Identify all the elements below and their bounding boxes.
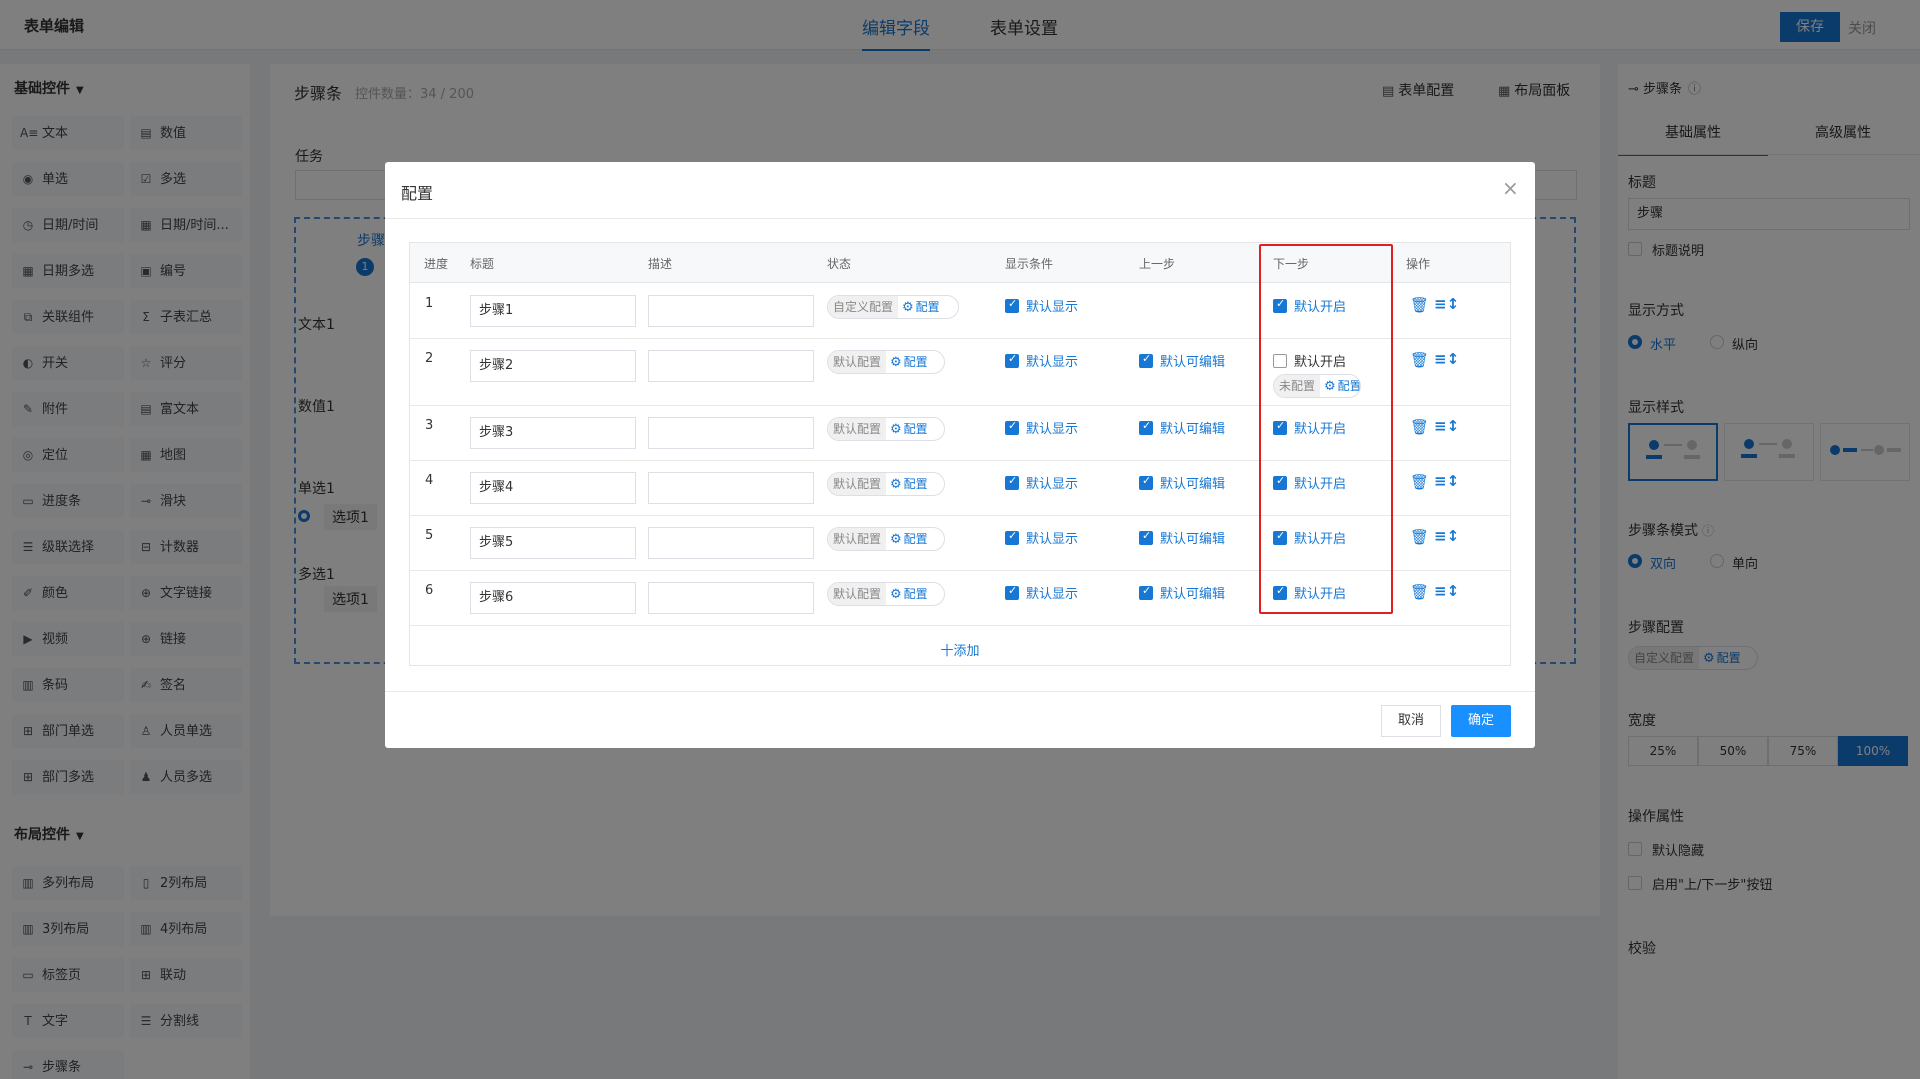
row-prev-label: 默认可编辑 <box>1160 355 1226 370</box>
row-status-pill[interactable]: 默认配置 ⚙ 配置 <box>827 527 945 551</box>
row-status-pill-config-button[interactable]: ⚙ 配置 <box>886 528 934 550</box>
row-prev-label: 默认可编辑 <box>1160 477 1226 492</box>
col-show-condition: 显示条件 <box>1005 257 1054 271</box>
row-prev-label: 默认可编辑 <box>1160 532 1226 547</box>
row-show-checkbox[interactable] <box>1005 419 1019 435</box>
row-status-pill-config-button[interactable]: ⚙ 配置 <box>898 296 946 318</box>
row-progress-number: 3 <box>425 418 434 433</box>
delete-icon[interactable]: 🗑 <box>1410 296 1429 314</box>
row-progress-number: 1 <box>425 296 434 311</box>
row-status-pill[interactable]: 默认配置 ⚙ 配置 <box>827 582 945 606</box>
modal-footer-divider <box>385 691 1535 692</box>
row-prev-checkbox[interactable] <box>1139 474 1153 490</box>
sort-icon[interactable]: ≡↕ <box>1434 417 1459 435</box>
sort-icon[interactable]: ≡↕ <box>1434 472 1459 490</box>
col-progress: 进度 <box>424 257 449 271</box>
row-desc-input[interactable] <box>648 295 814 327</box>
row-status-pill-config-label: 配置 <box>903 587 928 601</box>
row-status-pill-config-label: 配置 <box>903 477 928 491</box>
row-title-input[interactable]: 步骤5 <box>470 527 636 559</box>
row-status-pill-text: 默认配置 <box>828 351 887 373</box>
close-icon[interactable]: × <box>1502 176 1519 200</box>
row-title-input[interactable]: 步骤6 <box>470 582 636 614</box>
sort-icon[interactable]: ≡↕ <box>1434 582 1459 600</box>
modal-header-divider <box>385 218 1535 219</box>
row-status-pill-text: 自定义配置 <box>828 296 899 318</box>
delete-icon[interactable]: 🗑 <box>1410 528 1429 546</box>
row-show-checkbox[interactable] <box>1005 474 1019 490</box>
delete-icon[interactable]: 🗑 <box>1410 473 1429 491</box>
row-show-checkbox[interactable] <box>1005 529 1019 545</box>
row-prev-checkbox[interactable] <box>1139 529 1153 545</box>
col-title: 标题 <box>470 257 495 271</box>
sort-icon[interactable]: ≡↕ <box>1434 295 1459 313</box>
row-status-pill-config-button[interactable]: ⚙ 配置 <box>886 473 934 495</box>
row-desc-input[interactable] <box>648 527 814 559</box>
row-status-pill-config-label: 配置 <box>915 300 940 314</box>
add-step-button[interactable]: 十添加 <box>410 640 1510 659</box>
row-show-label: 默认显示 <box>1026 477 1079 492</box>
row-show-label: 默认显示 <box>1026 587 1079 602</box>
row-show-label: 默认显示 <box>1026 532 1079 547</box>
gear-icon: ⚙ <box>890 587 902 602</box>
gear-icon: ⚙ <box>890 477 902 492</box>
row-status-pill-config-button[interactable]: ⚙ 配置 <box>886 351 934 373</box>
delete-icon[interactable]: 🗑 <box>1410 418 1429 436</box>
row-status-pill-config-button[interactable]: ⚙ 配置 <box>886 583 934 605</box>
row-status-pill-config-label: 配置 <box>903 355 928 369</box>
gear-icon: ⚙ <box>890 355 902 370</box>
modal-title: 配置 <box>401 184 434 203</box>
delete-icon[interactable]: 🗑 <box>1410 351 1429 369</box>
row-progress-number: 4 <box>425 473 434 488</box>
sort-icon[interactable]: ≡↕ <box>1434 350 1459 368</box>
row-desc-input[interactable] <box>648 417 814 449</box>
row-progress-number: 5 <box>425 528 434 543</box>
row-status-pill[interactable]: 默认配置 ⚙ 配置 <box>827 472 945 496</box>
row-prev-checkbox[interactable] <box>1139 419 1153 435</box>
row-progress-number: 2 <box>425 351 434 366</box>
row-prev-label: 默认可编辑 <box>1160 587 1226 602</box>
row-show-checkbox[interactable] <box>1005 584 1019 600</box>
row-status-pill-text: 默认配置 <box>828 418 887 440</box>
row-show-checkbox[interactable] <box>1005 297 1019 313</box>
row-desc-input[interactable] <box>648 350 814 382</box>
row-prev-checkbox[interactable] <box>1139 352 1153 368</box>
row-status-pill-config-label: 配置 <box>903 422 928 436</box>
row-status-pill-text: 默认配置 <box>828 528 887 550</box>
col-desc: 描述 <box>648 257 673 271</box>
row-show-label: 默认显示 <box>1026 422 1079 437</box>
gear-icon: ⚙ <box>890 422 902 437</box>
row-title-input[interactable]: 步骤2 <box>470 350 636 382</box>
sort-icon[interactable]: ≡↕ <box>1434 527 1459 545</box>
cancel-button[interactable]: 取消 <box>1381 705 1441 737</box>
row-status-pill-text: 默认配置 <box>828 583 887 605</box>
row-title-input[interactable]: 步骤1 <box>470 295 636 327</box>
row-title-input[interactable]: 步骤3 <box>470 417 636 449</box>
row-status-pill-config-button[interactable]: ⚙ 配置 <box>886 418 934 440</box>
row-desc-input[interactable] <box>648 582 814 614</box>
row-desc-input[interactable] <box>648 472 814 504</box>
row-title-input[interactable]: 步骤4 <box>470 472 636 504</box>
gear-icon: ⚙ <box>890 532 902 547</box>
row-status-pill[interactable]: 默认配置 ⚙ 配置 <box>827 350 945 374</box>
row-status-pill-config-label: 配置 <box>903 532 928 546</box>
delete-icon[interactable]: 🗑 <box>1410 583 1429 601</box>
gear-icon: ⚙ <box>902 300 914 315</box>
row-show-label: 默认显示 <box>1026 300 1079 315</box>
row-progress-number: 6 <box>425 583 434 598</box>
col-prev-step: 上一步 <box>1139 257 1176 271</box>
row-prev-label: 默认可编辑 <box>1160 422 1226 437</box>
col-status: 状态 <box>827 257 852 271</box>
row-status-pill-text: 默认配置 <box>828 473 887 495</box>
next-step-highlight <box>1259 244 1393 614</box>
row-status-pill[interactable]: 自定义配置 ⚙ 配置 <box>827 295 959 319</box>
col-actions: 操作 <box>1406 257 1431 271</box>
row-show-checkbox[interactable] <box>1005 352 1019 368</box>
row-show-label: 默认显示 <box>1026 355 1079 370</box>
row-status-pill[interactable]: 默认配置 ⚙ 配置 <box>827 417 945 441</box>
confirm-button[interactable]: 确定 <box>1451 705 1511 737</box>
row-divider <box>410 625 1510 626</box>
row-prev-checkbox[interactable] <box>1139 584 1153 600</box>
